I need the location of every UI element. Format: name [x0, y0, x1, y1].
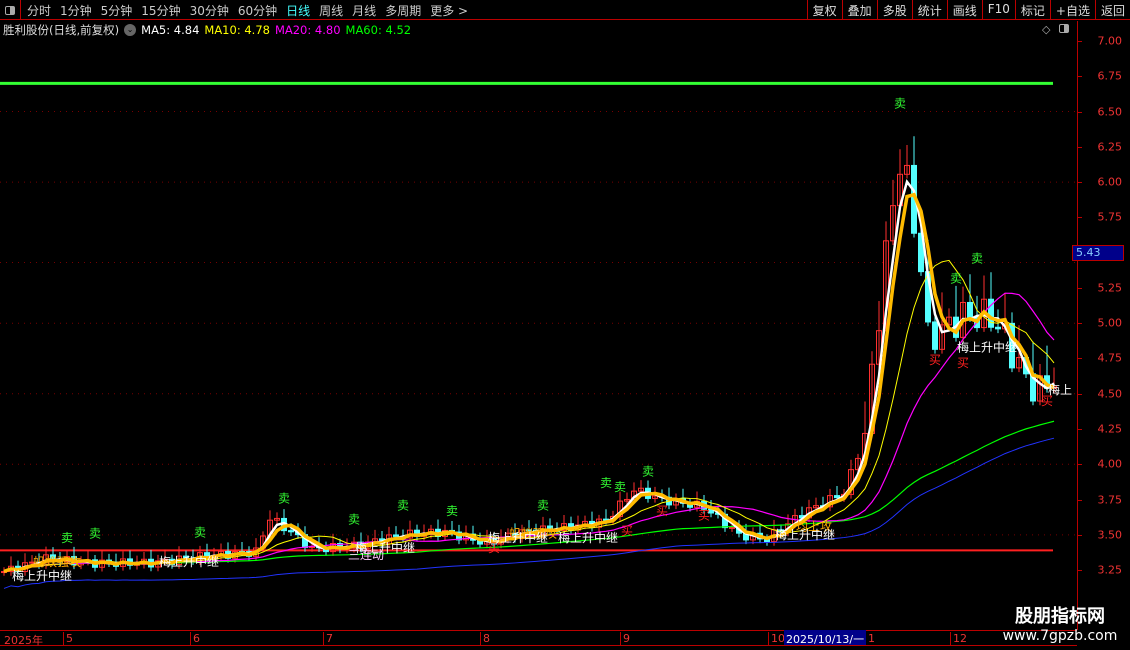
- date-label: 7: [323, 632, 333, 645]
- current-price-label: 5.43: [1072, 245, 1124, 261]
- tick-mark: [1078, 146, 1082, 148]
- price-tick: 6.25: [1097, 140, 1123, 154]
- tick-mark: [1078, 570, 1082, 572]
- signal-label: 买: [698, 508, 710, 522]
- signal-label: 梅上升中继: [12, 568, 72, 583]
- price-axis: 7.006.756.506.256.005.755.505.255.004.75…: [1077, 21, 1130, 630]
- price-tick: 5.25: [1097, 281, 1123, 295]
- price-tick: 5.00: [1097, 316, 1123, 330]
- ma60-line: [3, 420, 1055, 573]
- tick-mark: [1078, 111, 1082, 113]
- price-tick: 6.50: [1097, 105, 1123, 119]
- signal-label: 买: [656, 504, 668, 518]
- price-tick: 4.25: [1097, 422, 1123, 436]
- tick-mark: [1078, 41, 1082, 42]
- kline-chart[interactable]: 卖卖卖卖卖卖卖卖卖 卖卖卖卖卖买买买 买买 买买蚂蚁强攻均上攻蚂蚁强攻梅上升中继梅上升…: [0, 0, 1077, 630]
- signal-label: 梅上升中继: [957, 339, 1017, 354]
- signal-label: 梅上升中继: [775, 527, 835, 542]
- signal-label: 买: [621, 524, 633, 538]
- signal-label: 卖: [194, 525, 206, 539]
- tick-mark: [1078, 358, 1082, 360]
- toolbar-button[interactable]: 返回: [1094, 0, 1130, 20]
- price-tick: 7.00: [1097, 34, 1123, 48]
- signal-label: 三连动: [348, 547, 384, 562]
- date-label: 9: [620, 632, 630, 645]
- candle-body: [729, 526, 735, 529]
- signal-label: 卖: [446, 504, 458, 518]
- watermark-name: 股朋指标网: [1015, 606, 1105, 627]
- tick-mark: [1078, 287, 1082, 289]
- date-axis: 2025年 5 6 7 8 9 10 1 12: [0, 630, 1077, 647]
- signal-label: 卖: [971, 252, 983, 266]
- signal-label: 卖: [600, 476, 612, 490]
- tick-mark: [1078, 217, 1082, 219]
- signal-label: 卖: [614, 480, 626, 494]
- signal-label: 梅上升中继: [159, 554, 219, 569]
- signal-label: 买: [957, 356, 969, 370]
- price-tick: 4.00: [1097, 457, 1123, 471]
- date-label: 1: [865, 632, 875, 645]
- signal-label: 卖: [278, 491, 290, 505]
- tick-mark: [1078, 534, 1082, 536]
- date-label: 12: [950, 632, 967, 645]
- signal-label: 卖: [397, 498, 409, 512]
- date-label: 6: [190, 632, 200, 645]
- candle-body: [834, 495, 840, 499]
- tick-mark: [1078, 76, 1082, 78]
- signal-label: 梅上升中继: [558, 530, 618, 545]
- date-label: 2025年: [4, 634, 43, 647]
- signal-label: 卖: [89, 527, 101, 541]
- signal-label: 卖: [894, 96, 906, 110]
- date-label: 8: [480, 632, 490, 645]
- signal-label: 蚂蚁强攻: [33, 554, 81, 569]
- signal-label: 梅上升中继: [488, 530, 548, 545]
- price-tick: 4.50: [1097, 387, 1123, 401]
- tick-mark: [1078, 499, 1082, 501]
- price-tick: 6.75: [1097, 69, 1123, 83]
- tick-mark: [1078, 182, 1082, 184]
- signal-label: 卖: [642, 465, 654, 479]
- price-tick: 6.00: [1097, 175, 1123, 189]
- candle-body: [932, 321, 938, 350]
- tick-mark: [1078, 393, 1082, 395]
- candle-body: [995, 326, 1001, 330]
- signal-label: 梅上: [1048, 382, 1072, 397]
- signal-label: 卖: [950, 271, 962, 285]
- tick-mark: [1078, 323, 1082, 325]
- signal-label: 买: [929, 353, 941, 367]
- signal-label: 卖: [61, 531, 73, 545]
- ma5-line: [3, 179, 1055, 573]
- signal-label: 卖: [348, 513, 360, 527]
- tick-mark: [1078, 429, 1082, 431]
- date-label: 5: [63, 632, 73, 645]
- price-tick: 4.75: [1097, 351, 1123, 365]
- candle-body: [393, 534, 399, 537]
- price-tick: 5.75: [1097, 210, 1123, 224]
- watermark: 股朋指标网 www.7gpzb.com: [990, 602, 1130, 644]
- date-label: 10: [768, 632, 785, 645]
- price-tick: 3.50: [1097, 528, 1123, 542]
- candle-body: [967, 301, 973, 319]
- signal-label: 卖: [537, 498, 549, 512]
- price-tick: 3.25: [1097, 563, 1123, 577]
- candle-body: [288, 530, 294, 533]
- watermark-url: www.7gpzb.com: [1002, 628, 1118, 644]
- tick-mark: [1078, 464, 1082, 466]
- price-tick: 3.75: [1097, 493, 1123, 507]
- cursor-date-label: 2025/10/13/一: [784, 630, 867, 646]
